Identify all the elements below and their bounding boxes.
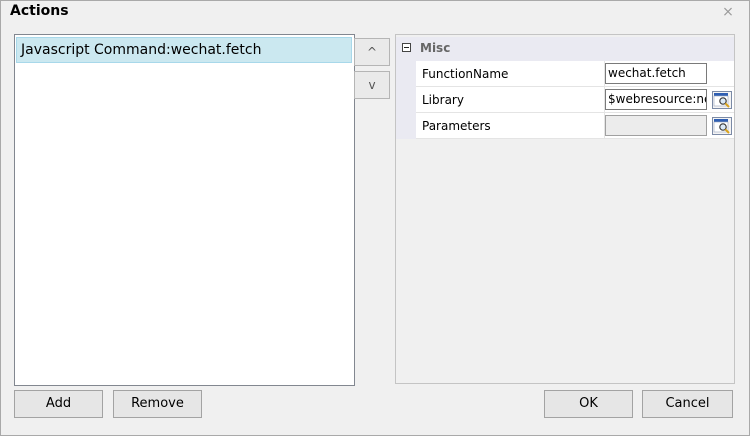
- parameters-input[interactable]: [605, 115, 707, 136]
- cancel-button[interactable]: Cancel: [642, 390, 733, 418]
- property-row-library[interactable]: Library $webresource:new: [416, 87, 734, 113]
- add-button[interactable]: Add: [14, 390, 103, 418]
- category-row-misc[interactable]: Misc: [396, 37, 734, 61]
- move-up-button[interactable]: ^: [354, 38, 390, 66]
- lookup-icon[interactable]: [712, 91, 732, 109]
- lookup-icon[interactable]: [712, 117, 732, 135]
- property-name: Parameters: [422, 119, 491, 133]
- collapse-icon[interactable]: [402, 43, 411, 52]
- property-name: FunctionName: [422, 67, 509, 81]
- property-row-parameters[interactable]: Parameters: [416, 113, 734, 139]
- dialog-title: Actions: [10, 3, 69, 19]
- actions-list[interactable]: Javascript Command:wechat.fetch: [14, 34, 355, 386]
- remove-button[interactable]: Remove: [113, 390, 202, 418]
- property-grid: Misc FunctionName wechat.fetch Library $…: [395, 34, 735, 384]
- ok-button[interactable]: OK: [544, 390, 633, 418]
- library-input[interactable]: $webresource:new: [605, 89, 707, 110]
- category-label: Misc: [420, 41, 451, 55]
- functionname-input[interactable]: wechat.fetch: [605, 63, 707, 84]
- list-item[interactable]: Javascript Command:wechat.fetch: [16, 37, 352, 63]
- property-row-functionname[interactable]: FunctionName wechat.fetch: [416, 61, 734, 87]
- actions-dialog: Actions ⨯ Javascript Command:wechat.fetc…: [0, 0, 750, 436]
- move-down-button[interactable]: v: [354, 71, 390, 99]
- property-name: Library: [422, 93, 464, 107]
- close-icon[interactable]: ⨯: [720, 4, 736, 20]
- grid-gutter: [396, 61, 416, 139]
